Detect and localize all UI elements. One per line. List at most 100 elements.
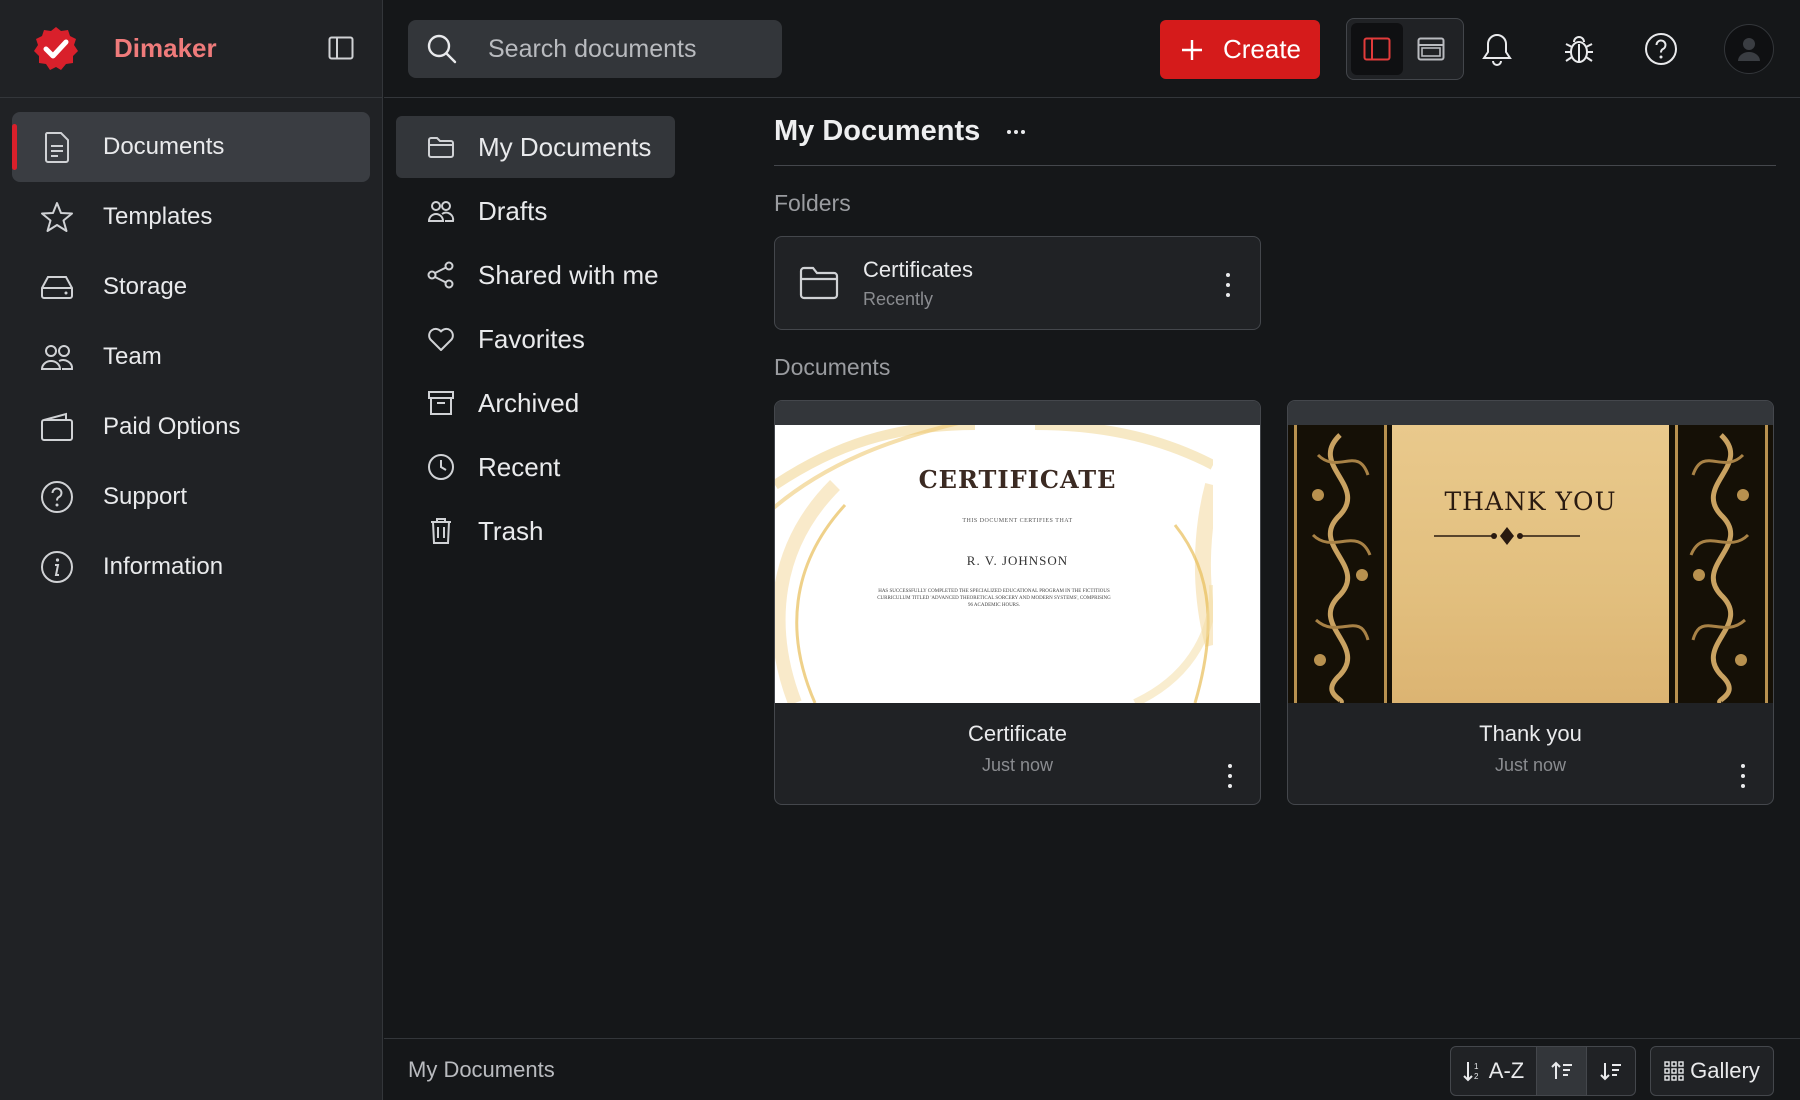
sidebar-item-label: Templates — [103, 203, 213, 230]
sidebar-layout-icon — [1363, 37, 1391, 61]
certificate-thumbnail: CERTIFICATE THIS DOCUMENT CERTIFIES THAT… — [775, 425, 1260, 703]
folder-text: Certificates Recently — [863, 257, 973, 310]
sidebar-item-documents[interactable]: Documents — [12, 112, 370, 182]
page-title: My Documents — [774, 115, 981, 147]
sidebar-item-label: Storage — [103, 273, 188, 300]
sort-az-button[interactable]: 12 A-Z — [1451, 1047, 1537, 1095]
certificate-body: HAS SUCCESSFULLY COMPLETED THE SPECIALIZ… — [877, 589, 1111, 608]
clock-icon — [426, 452, 456, 482]
document-more-button[interactable] — [1226, 764, 1234, 788]
sidebar-item-information[interactable]: Information — [12, 532, 370, 602]
folder-more-button[interactable] — [1224, 273, 1232, 297]
svg-text:2: 2 — [1474, 1072, 1479, 1081]
sidebar-item-label: Information — [103, 553, 224, 580]
sort-alpha-icon: 12 — [1463, 1062, 1479, 1082]
logo-badge-icon[interactable] — [32, 25, 80, 73]
certificate-line: THIS DOCUMENT CERTIFIES THAT — [962, 518, 1073, 524]
brand-name[interactable]: Dimaker — [114, 33, 217, 64]
documents-subnav: My Documents Drafts Shared with me Favor… — [396, 116, 676, 564]
sort-descending-icon — [1600, 1063, 1621, 1081]
document-card[interactable]: CERTIFICATE THIS DOCUMENT CERTIFIES THAT… — [774, 400, 1261, 805]
create-button-label: Create — [1222, 34, 1302, 64]
info-icon — [40, 550, 74, 584]
document-card[interactable]: THANK YOU Thank you Just now — [1287, 400, 1774, 805]
trash-icon — [426, 516, 456, 546]
drafts-people-icon — [426, 196, 456, 226]
document-icon — [40, 130, 74, 164]
sidebar-toggle-button[interactable] — [326, 33, 356, 63]
sort-descending-button[interactable] — [1587, 1047, 1635, 1095]
gallery-view-button[interactable]: Gallery — [1650, 1046, 1774, 1096]
bug-report-button[interactable] — [1560, 30, 1598, 68]
folder-icon — [426, 132, 456, 162]
subnav-item-label: Shared with me — [478, 259, 659, 290]
bottom-bar: My Documents 12 A-Z Gallery — [384, 1038, 1800, 1100]
main-header: My Documents — [774, 98, 1776, 166]
create-button[interactable]: Create — [1160, 20, 1320, 79]
sidebar-item-storage[interactable]: Storage — [12, 252, 370, 322]
subnav-item-archived[interactable]: Archived — [396, 372, 675, 434]
document-thumbnail-frame: CERTIFICATE THIS DOCUMENT CERTIFIES THAT… — [775, 401, 1260, 703]
subnav-item-favorites[interactable]: Favorites — [396, 308, 675, 370]
notifications-button[interactable] — [1478, 30, 1516, 68]
sidebar-item-label: Team — [103, 343, 162, 370]
topbar: Create — [384, 0, 1800, 98]
ornament-border-right — [1669, 425, 1773, 703]
svg-text:1: 1 — [1474, 1062, 1479, 1071]
floral-ornament-icon — [1675, 425, 1768, 703]
certificate-heading: CERTIFICATE — [918, 465, 1117, 494]
document-thumbnail-frame: THANK YOU — [1288, 401, 1773, 703]
ornament-border-left — [1288, 425, 1392, 703]
subnav-item-label: Drafts — [478, 195, 548, 226]
documents-section-label: Documents — [774, 354, 891, 380]
more-horizontal-icon[interactable] — [1004, 120, 1028, 144]
help-circle-icon — [1645, 33, 1677, 65]
team-icon — [40, 340, 74, 374]
avatar[interactable] — [1724, 24, 1774, 74]
sidebar-nav: Documents Templates Storage Team Paid Op… — [0, 98, 382, 602]
help-circle-icon — [40, 480, 74, 514]
document-time: Just now — [981, 755, 1054, 775]
document-name: Thank you — [1479, 721, 1582, 746]
share-icon — [426, 260, 456, 290]
heart-icon — [426, 324, 456, 354]
help-button[interactable] — [1642, 30, 1680, 68]
search-input[interactable] — [488, 34, 778, 64]
layout-sidebar-view-button[interactable] — [1351, 23, 1403, 75]
document-more-button[interactable] — [1739, 764, 1747, 788]
subnav-item-my-documents[interactable]: My Documents — [396, 116, 675, 178]
search-box[interactable] — [408, 20, 782, 78]
sidebar-item-support[interactable]: Support — [12, 462, 370, 532]
breadcrumb[interactable]: My Documents — [408, 1057, 555, 1083]
document-name: Certificate — [967, 721, 1068, 746]
sidebar-item-label: Support — [103, 483, 188, 510]
sort-controls: 12 A-Z — [1450, 1046, 1636, 1096]
sort-az-label: A-Z — [1488, 1058, 1525, 1083]
sidebar-item-team[interactable]: Team — [12, 322, 370, 392]
sidebar: Dimaker Documents Templates Storage Team… — [0, 0, 383, 1100]
document-time: Just now — [1494, 755, 1567, 775]
certificate-person: R. V. JOHNSON — [966, 553, 1069, 568]
sidebar-item-paid-options[interactable]: Paid Options — [12, 392, 370, 462]
layout-window-view-button[interactable] — [1405, 23, 1457, 75]
flourish-divider-icon — [1434, 527, 1580, 545]
floral-ornament-icon — [1294, 425, 1387, 703]
subnav-item-shared[interactable]: Shared with me — [396, 244, 675, 306]
subnav-item-drafts[interactable]: Drafts — [396, 180, 675, 242]
sidebar-item-label: Paid Options — [103, 413, 241, 440]
documents-grid: CERTIFICATE THIS DOCUMENT CERTIFIES THAT… — [774, 400, 1776, 805]
brand: Dimaker — [0, 0, 382, 98]
subnav-item-recent[interactable]: Recent — [396, 436, 675, 498]
subnav-item-label: Trash — [478, 515, 544, 546]
sort-ascending-button[interactable] — [1537, 1047, 1587, 1095]
subnav-item-trash[interactable]: Trash — [396, 500, 675, 562]
folder-subtitle: Recently — [863, 288, 934, 309]
sidebar-item-templates[interactable]: Templates — [12, 182, 370, 252]
sidebar-item-label: Documents — [103, 133, 225, 160]
bell-icon — [1482, 33, 1512, 66]
subnav-item-label: My Documents — [478, 131, 652, 162]
sidebar-panel-icon — [328, 36, 354, 60]
folder-card[interactable]: Certificates Recently — [774, 236, 1261, 330]
folder-icon — [799, 266, 839, 300]
wallet-icon — [40, 410, 74, 444]
